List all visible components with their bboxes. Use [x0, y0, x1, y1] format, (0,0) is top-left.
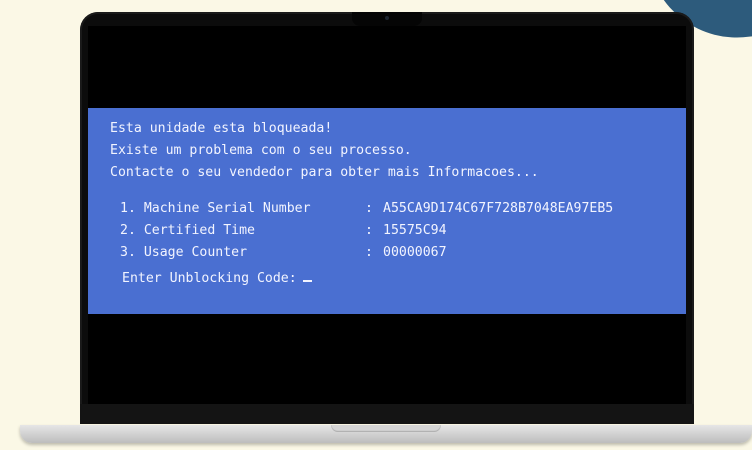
- text-cursor-icon: [302, 280, 312, 282]
- camera-notch: [352, 12, 422, 26]
- laptop-base: [20, 425, 752, 443]
- page-stage: Esta unidade esta bloqueada! Existe um p…: [0, 0, 752, 450]
- laptop-lid: Esta unidade esta bloqueada! Existe um p…: [80, 12, 694, 424]
- info-separator: :: [365, 223, 373, 238]
- info-value: 15575C94: [383, 223, 447, 238]
- info-label: 1. Machine Serial Number: [120, 201, 311, 216]
- camera-icon: [385, 16, 389, 20]
- info-separator: :: [365, 245, 373, 260]
- bottom-bezel: [80, 404, 694, 424]
- lock-line-2: Existe um problema com o seu processo.: [110, 143, 412, 158]
- info-label: 3. Usage Counter: [120, 245, 248, 260]
- info-value: A55CA9D174C67F728B7048EA97EB5: [383, 201, 614, 216]
- info-label: 2. Certified Time: [120, 223, 255, 238]
- unlock-prompt-label: Enter Unblocking Code:: [122, 271, 297, 286]
- unlock-code-prompt[interactable]: Enter Unblocking Code:: [110, 268, 664, 290]
- lock-line-1: Esta unidade esta bloqueada!: [110, 121, 333, 136]
- lock-message-panel: Esta unidade esta bloqueada! Existe um p…: [88, 108, 686, 314]
- lock-line-3: Contacte o seu vendedor para obter mais …: [110, 165, 539, 180]
- base-opening-notch: [331, 425, 441, 432]
- info-row-usage-counter: 3. Usage Counter : 00000067: [110, 242, 664, 264]
- laptop-screen: Esta unidade esta bloqueada! Existe um p…: [88, 26, 686, 416]
- info-row-serial: 1. Machine Serial Number : A55CA9D174C67…: [110, 198, 664, 220]
- info-row-certified-time: 2. Certified Time : 15575C94: [110, 220, 664, 242]
- info-value: 00000067: [383, 245, 447, 260]
- info-separator: :: [365, 201, 373, 216]
